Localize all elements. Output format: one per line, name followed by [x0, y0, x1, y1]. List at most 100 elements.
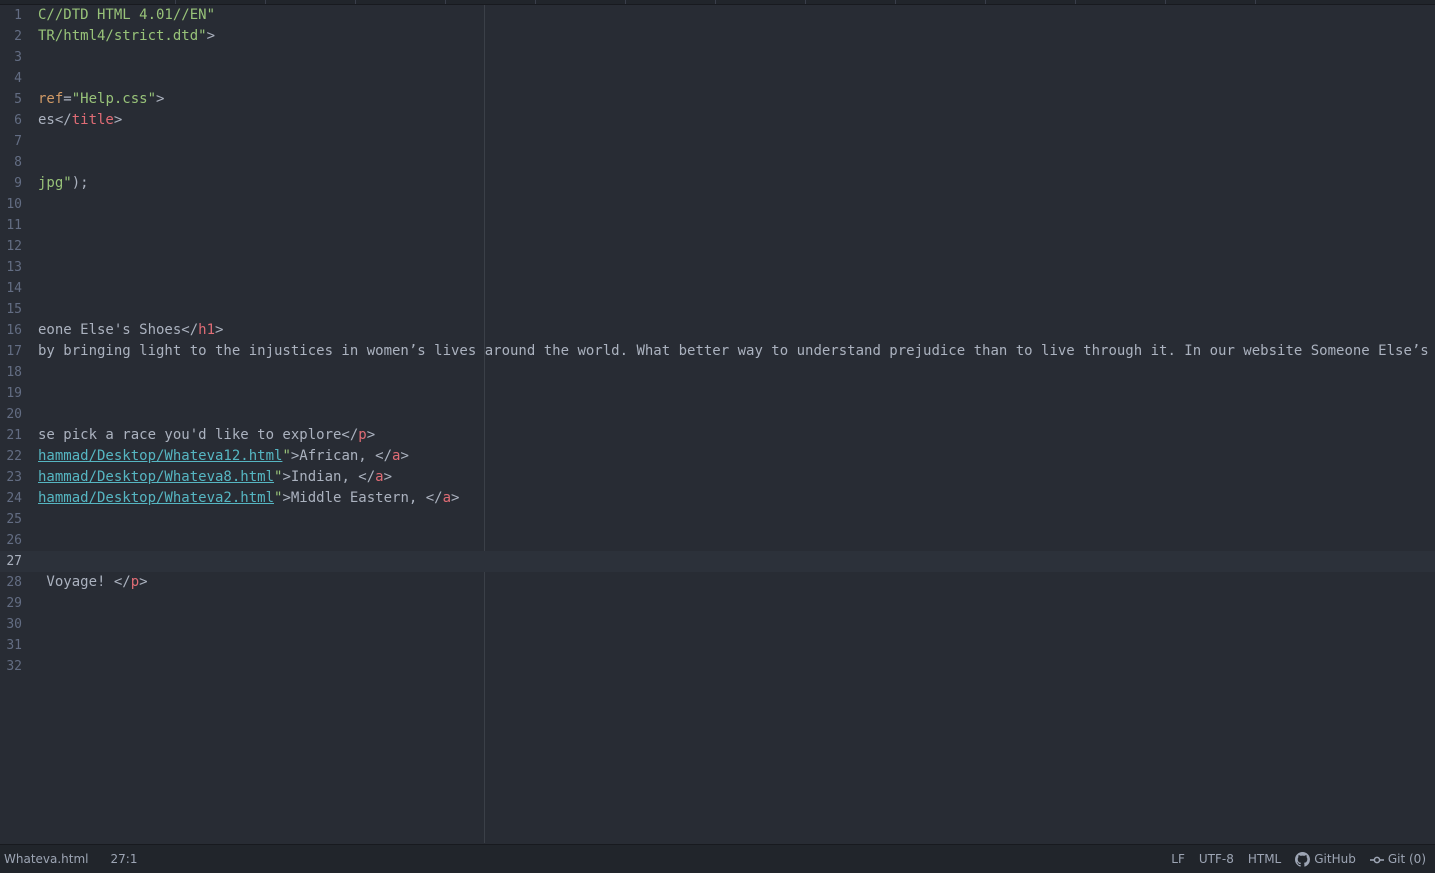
code-token: ); [71, 175, 89, 191]
code-line[interactable]: 30 [0, 614, 1435, 635]
tab-divider [1075, 0, 1076, 4]
code-line[interactable]: 2 TR/html4/strict.dtd"> [0, 26, 1435, 47]
github-label: GitHub [1314, 852, 1356, 866]
code-line[interactable]: 15 [0, 299, 1435, 320]
line-code: se pick a race you'd like to explore</p> [38, 425, 375, 446]
code-token: Voyage! </ [38, 574, 131, 590]
code-line[interactable]: 22 hammad/Desktop/Whateva12.html">African… [0, 446, 1435, 467]
code-token: se pick a race you'd like to explore</ [38, 427, 359, 443]
code-token: > [400, 448, 409, 464]
line-number: 17 [6, 344, 22, 359]
code-line[interactable]: 3 [0, 47, 1435, 68]
code-token: >Indian, </ [282, 469, 376, 485]
link-token: hammad/Desktop/Whateva2.html [38, 490, 275, 506]
code-line[interactable]: 12 [0, 236, 1435, 257]
line-number: 11 [6, 218, 22, 233]
tab-divider [445, 0, 446, 4]
code-line[interactable]: 4 [0, 68, 1435, 89]
code-token: h1 [198, 322, 216, 338]
line-code: hammad/Desktop/Whateva8.html">Indian, </… [38, 467, 392, 488]
line-number: 14 [6, 281, 22, 296]
code-line[interactable]: 18 [0, 362, 1435, 383]
code-token: eone Else's Shoes</ [38, 322, 199, 338]
git-label: Git (0) [1387, 852, 1426, 866]
tab-divider [805, 0, 806, 4]
code-line[interactable]: 11 [0, 215, 1435, 236]
line-number: 5 [14, 92, 22, 107]
code-line[interactable]: 31 [0, 635, 1435, 656]
tab-divider [1255, 0, 1256, 4]
line-code: hammad/Desktop/Whateva2.html">Middle Eas… [38, 488, 459, 509]
tab-divider [535, 0, 536, 4]
line-number: 23 [6, 470, 22, 485]
line-number: 2 [14, 29, 22, 44]
code-line[interactable]: 6 es</title> [0, 110, 1435, 131]
code-editor[interactable]: 1 C//DTD HTML 4.01//EN" 2 TR/html4/strict.d… [0, 5, 1435, 843]
code-line[interactable]: 29 [0, 593, 1435, 614]
line-number: 32 [6, 659, 22, 674]
code-line[interactable]: 13 [0, 257, 1435, 278]
code-line[interactable]: 21 se pick a race you'd like to explore</… [0, 425, 1435, 446]
tab-divider [355, 0, 356, 4]
line-number: 24 [6, 491, 22, 506]
line-code: ref="Help.css"> [38, 89, 164, 110]
line-number: 21 [6, 428, 22, 443]
cursor-line[interactable]: 27 [0, 551, 1435, 572]
code-line[interactable]: 25 [0, 509, 1435, 530]
code-line[interactable]: 17 by bringing light to the injustices in… [0, 341, 1435, 362]
line-number: 7 [14, 134, 22, 149]
line-number: 10 [6, 197, 22, 212]
line-code: hammad/Desktop/Whateva12.html">African, … [38, 446, 409, 467]
code-line[interactable]: 20 [0, 404, 1435, 425]
code-line[interactable]: 5 ref="Help.css"> [0, 89, 1435, 110]
line-number: 26 [6, 533, 22, 548]
code-line[interactable]: 14 [0, 278, 1435, 299]
code-line[interactable]: 19 [0, 383, 1435, 404]
line-code: Voyage! </p> [38, 572, 147, 593]
line-number: 12 [6, 239, 22, 254]
code-line[interactable]: 8 [0, 152, 1435, 173]
line-number: 28 [6, 575, 22, 590]
code-line[interactable]: 32 [0, 656, 1435, 677]
link-token: hammad/Desktop/Whateva8.html [38, 469, 275, 485]
line-code: C//DTD HTML 4.01//EN" [38, 5, 215, 26]
code-token: a [442, 490, 452, 506]
tab-divider [895, 0, 896, 4]
line-number: 8 [14, 155, 22, 170]
line-ending-status[interactable]: LF [1171, 845, 1185, 873]
code-token: ref [38, 91, 64, 107]
line-number: 16 [6, 323, 22, 338]
code-line[interactable]: 16 eone Else's Shoes</h1> [0, 320, 1435, 341]
line-number: 22 [6, 449, 22, 464]
code-line[interactable]: 28 Voyage! </p> [0, 572, 1435, 593]
code-line[interactable]: 10 [0, 194, 1435, 215]
line-number: 3 [14, 50, 22, 65]
line-code: eone Else's Shoes</h1> [38, 320, 223, 341]
code-token: >African, </ [290, 448, 393, 464]
file-name-status[interactable]: Whateva.html [4, 845, 89, 873]
line-number: 9 [14, 176, 22, 191]
tab-divider [985, 0, 986, 4]
git-button[interactable]: Git (0) [1369, 845, 1426, 873]
code-line[interactable]: 26 [0, 530, 1435, 551]
code-token: p [358, 427, 367, 443]
code-token: p [130, 574, 140, 590]
grammar-status[interactable]: HTML [1248, 845, 1281, 873]
code-token: a [375, 469, 384, 485]
line-code: TR/html4/strict.dtd"> [38, 26, 215, 47]
code-token: title [71, 112, 114, 128]
line-number: 27 [6, 554, 22, 569]
cursor-position-status[interactable]: 27:1 [111, 845, 138, 873]
tab-divider [265, 0, 266, 4]
code-line[interactable]: 24 hammad/Desktop/Whateva2.html">Middle E… [0, 488, 1435, 509]
code-token: > [215, 322, 224, 338]
line-number: 20 [6, 407, 22, 422]
github-button[interactable]: GitHub [1295, 845, 1356, 873]
encoding-status[interactable]: UTF-8 [1199, 845, 1234, 873]
code-line[interactable]: 1 C//DTD HTML 4.01//EN" [0, 5, 1435, 26]
code-line[interactable]: 9 jpg"); [0, 173, 1435, 194]
line-number: 30 [6, 617, 22, 632]
code-token: jpg" [38, 175, 72, 191]
code-line[interactable]: 23 hammad/Desktop/Whateva8.html">Indian, … [0, 467, 1435, 488]
code-line[interactable]: 7 [0, 131, 1435, 152]
